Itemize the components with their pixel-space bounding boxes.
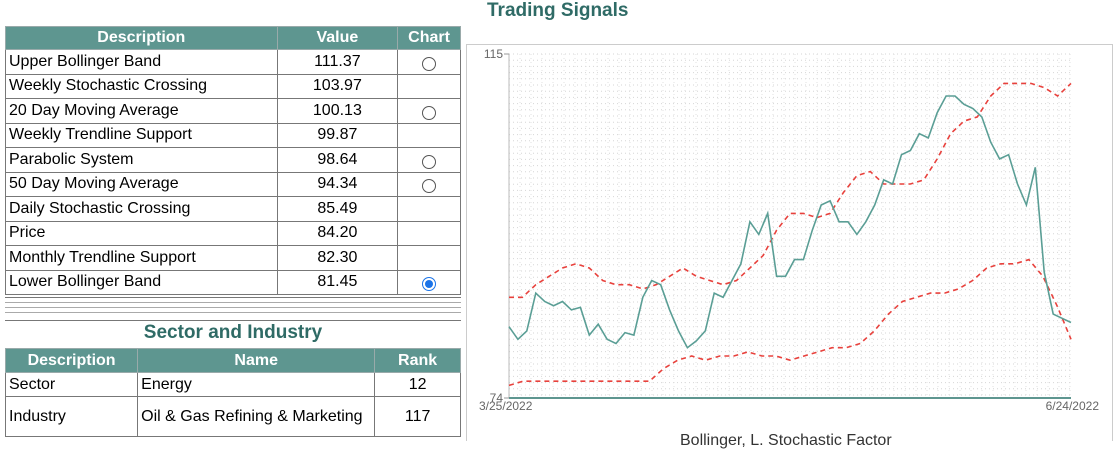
signal-label: Parabolic System: [5, 147, 278, 173]
industry-description: Industry: [4, 396, 139, 437]
chart-toggle-cell: [397, 245, 461, 271]
x-tick-label: 6/24/2022: [1046, 399, 1100, 413]
signal-label: Price: [5, 220, 278, 246]
signal-label: Weekly Stochastic Crossing: [5, 73, 278, 99]
signal-label: Weekly Trendline Support: [5, 122, 278, 148]
chart-toggle-cell: [397, 98, 461, 124]
col-description-header: Description: [5, 26, 278, 50]
signal-label: Monthly Trendline Support: [5, 245, 278, 271]
signal-value: 84.20: [276, 220, 399, 246]
sector-row: Sector Energy 12: [4, 372, 461, 397]
signal-label: 20 Day Moving Average: [5, 98, 278, 124]
signals-header-row: Description Value Chart: [5, 26, 461, 50]
signal-value: 100.13: [276, 98, 399, 124]
sector-description: Sector: [4, 372, 139, 397]
signal-label: Upper Bollinger Band: [5, 49, 278, 75]
empty-table-rows: [5, 297, 461, 321]
lower-band-line: [508, 258, 1072, 387]
signal-label: Daily Stochastic Crossing: [5, 196, 278, 222]
industry-name: Oil & Gas Refining & Marketing: [137, 396, 376, 437]
signal-row: Price 84.20: [5, 220, 461, 246]
signals-table: Description Value Chart Upper Bollinger …: [5, 26, 461, 295]
signal-row: Weekly Trendline Support 99.87: [5, 122, 461, 148]
chart-toggle-cell: [397, 269, 461, 295]
signal-row: Lower Bollinger Band 81.45: [5, 269, 461, 295]
signal-value: 99.87: [276, 122, 399, 148]
industry-rank: 117: [374, 396, 461, 437]
industry-row: Industry Oil & Gas Refining & Marketing …: [4, 396, 461, 437]
chart-caption: Bollinger, L. Stochastic Factor: [680, 432, 892, 449]
signal-value: 81.45: [276, 269, 399, 295]
chart-title: Trading Signals: [487, 0, 629, 21]
sector-col-name-header: Name: [137, 348, 376, 373]
chart-toggle-cell: [397, 73, 461, 99]
signal-label: 50 Day Moving Average: [5, 171, 278, 197]
signal-row: 20 Day Moving Average 100.13: [5, 98, 461, 124]
signal-value: 98.64: [276, 147, 399, 173]
sector-rank: 12: [374, 372, 461, 397]
y-tick-label: 115: [484, 47, 503, 61]
signal-row: Monthly Trendline Support 82.30: [5, 245, 461, 271]
signal-row: Weekly Stochastic Crossing 103.97: [5, 73, 461, 99]
trading-signals-chart: 115743/25/2022 6/24/2022: [479, 47, 1100, 413]
chart-radio-button[interactable]: [422, 56, 437, 71]
chart-toggle-cell: [397, 147, 461, 173]
sector-name: Energy: [137, 372, 376, 397]
sector-header-row: Description Name Rank: [4, 348, 461, 373]
sector-col-rank-header: Rank: [374, 348, 461, 373]
signal-label: Lower Bollinger Band: [5, 269, 278, 295]
sector-table: Description Name Rank Sector Energy 12 I…: [4, 348, 461, 437]
signal-row: Daily Stochastic Crossing 85.49: [5, 196, 461, 222]
signal-value: 111.37: [276, 49, 399, 75]
col-value-header: Value: [276, 26, 399, 50]
chart-radio-button[interactable]: [422, 277, 437, 292]
signal-row: 50 Day Moving Average 94.34: [5, 171, 461, 197]
chart-toggle-cell: [397, 220, 461, 246]
chart-toggle-cell: [397, 49, 461, 75]
signal-value: 94.34: [276, 171, 399, 197]
col-chart-header: Chart: [397, 26, 461, 50]
chart-radio-button[interactable]: [422, 105, 437, 120]
signal-row: Upper Bollinger Band 111.37: [5, 49, 461, 75]
signal-value: 82.30: [276, 245, 399, 271]
signal-value: 103.97: [276, 73, 399, 99]
chart-radio-button[interactable]: [422, 179, 437, 194]
sector-col-description-header: Description: [4, 348, 139, 373]
chart-toggle-cell: [397, 122, 461, 148]
x-tick-label: 3/25/2022: [479, 399, 533, 413]
chart-toggle-cell: [397, 171, 461, 197]
signal-value: 85.49: [276, 196, 399, 222]
sector-title: Sector and Industry: [143, 322, 323, 343]
signal-row: Parabolic System 98.64: [5, 147, 461, 173]
chart-radio-button[interactable]: [422, 154, 437, 169]
chart-toggle-cell: [397, 196, 461, 222]
